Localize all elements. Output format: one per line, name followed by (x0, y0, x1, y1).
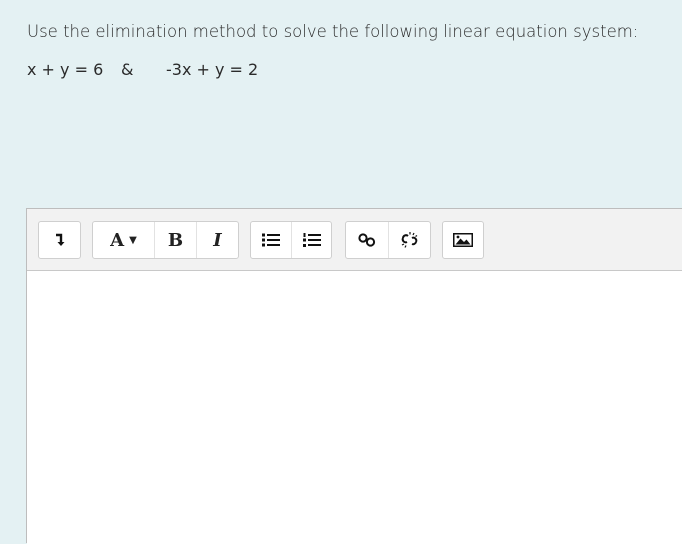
editor-content-area[interactable] (27, 271, 682, 544)
question-panel: Use the elimination method to solve the … (0, 0, 682, 544)
font-color-icon: A (110, 229, 125, 251)
toolbar-group-media (442, 221, 484, 259)
italic-icon: I (213, 229, 222, 251)
numbered-list-icon (302, 232, 321, 247)
answer-editor: A ▼ B I (26, 208, 682, 544)
unlink-button[interactable] (388, 222, 430, 258)
italic-button[interactable]: I (196, 222, 238, 258)
numbered-list-button[interactable] (291, 222, 331, 258)
toolbar-group-lists (250, 221, 332, 259)
toolbar-collapse-button[interactable] (39, 222, 80, 258)
link-button[interactable] (346, 222, 388, 258)
toolbar-group-links (345, 221, 431, 259)
collapse-icon (55, 233, 64, 246)
image-icon (453, 233, 473, 247)
editor-toolbar: A ▼ B I (27, 209, 682, 271)
equation-connector: & (121, 60, 134, 79)
equation-2: -3x + y = 2 (166, 60, 259, 79)
question-prompt: Use the elimination method to solve the … (27, 22, 639, 41)
toolbar-group-toggle (38, 221, 81, 259)
toolbar-group-format: A ▼ B I (92, 221, 239, 259)
font-style-button[interactable]: A ▼ (93, 222, 154, 258)
equation-1: x + y = 6 (27, 60, 104, 79)
insert-image-button[interactable] (443, 222, 483, 258)
link-icon (358, 233, 376, 247)
chevron-down-icon: ▼ (129, 234, 137, 246)
bold-button[interactable]: B (154, 222, 196, 258)
bulleted-list-icon (262, 233, 280, 247)
bold-icon: B (167, 229, 184, 251)
unlink-icon (401, 232, 417, 248)
bulleted-list-button[interactable] (251, 222, 291, 258)
